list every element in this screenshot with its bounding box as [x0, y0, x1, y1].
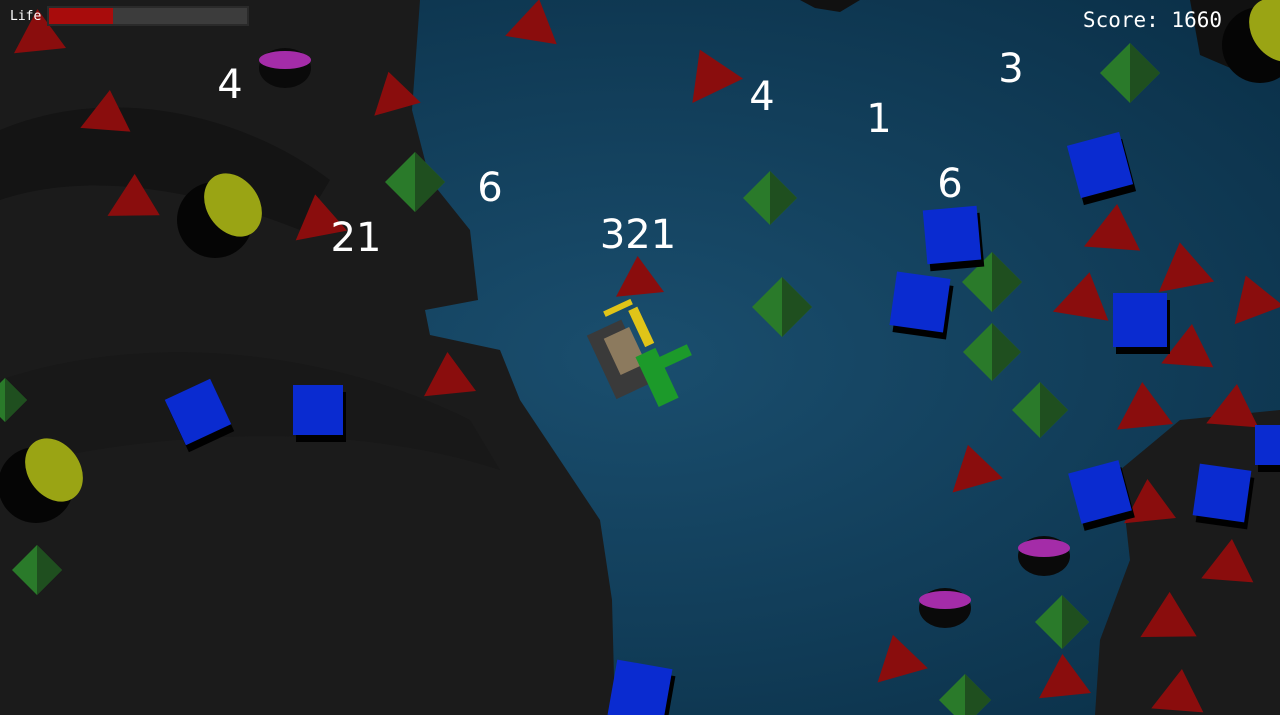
purple-cap-top	[1018, 539, 1070, 557]
blue-block	[922, 205, 982, 265]
score-label: Score: 1660	[1082, 8, 1222, 32]
game-scene	[0, 0, 1280, 715]
blue-block	[1113, 293, 1167, 347]
damage-number: 6	[477, 165, 503, 211]
purple-cap-top	[919, 591, 971, 609]
life-label: Life	[10, 8, 42, 24]
blue-block	[607, 659, 673, 715]
blue-block	[889, 271, 951, 333]
damage-number: 21	[330, 215, 382, 261]
life-bar-fill	[49, 8, 113, 24]
life-bar	[47, 6, 250, 26]
damage-number: 321	[599, 212, 677, 258]
damage-number: 6	[937, 161, 963, 207]
damage-number: 3	[998, 46, 1024, 92]
damage-number: 4	[749, 74, 775, 120]
blue-block	[1255, 425, 1280, 465]
damage-number: 1	[866, 96, 892, 142]
blue-block	[1192, 463, 1252, 523]
blue-block	[293, 385, 343, 435]
purple-cap-top	[259, 51, 311, 69]
game-viewport[interactable]: Life Score: 1660 4 4 1 3 6 6 21 321	[0, 0, 1280, 715]
damage-number: 4	[217, 62, 243, 108]
life-hud: Life	[10, 6, 250, 26]
